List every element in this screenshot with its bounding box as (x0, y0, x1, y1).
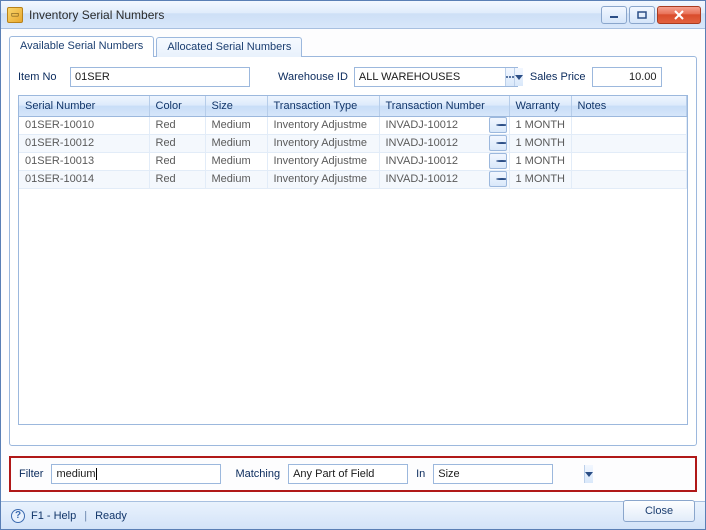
close-button[interactable]: Close (623, 500, 695, 522)
table-row[interactable]: 01SER-10010RedMediumInventory AdjustmeIN… (19, 116, 687, 134)
cell-serial: 01SER-10013 (19, 152, 149, 170)
close-icon (673, 10, 685, 20)
cell-serial: 01SER-10010 (19, 116, 149, 134)
ellipsis-icon (490, 124, 506, 126)
col-size[interactable]: Size (205, 96, 267, 116)
col-serial-number[interactable]: Serial Number (19, 96, 149, 116)
item-no-label: Item No (18, 71, 64, 83)
cell-notes (571, 170, 687, 188)
cell-notes (571, 116, 687, 134)
table-row[interactable]: 01SER-10014RedMediumInventory AdjustmeIN… (19, 170, 687, 188)
in-dropdown-button[interactable] (584, 465, 593, 483)
in-input[interactable] (434, 465, 584, 483)
col-transaction-number[interactable]: Transaction Number (379, 96, 509, 116)
warehouse-id-label: Warehouse ID (278, 71, 348, 83)
cell-color: Red (149, 116, 205, 134)
filter-input-text: medium (56, 468, 95, 480)
filter-bar: Filter medium Matching In (9, 456, 697, 492)
cell-size: Medium (205, 170, 267, 188)
cell-txn-number: INVADJ-10012 (379, 134, 509, 152)
cell-warranty: 1 MONTH (509, 152, 571, 170)
cell-notes (571, 134, 687, 152)
matching-combo[interactable] (288, 464, 408, 484)
cell-warranty: 1 MONTH (509, 170, 571, 188)
filter-label: Filter (19, 468, 43, 480)
cell-size: Medium (205, 152, 267, 170)
cell-txn-type: Inventory Adjustme (267, 134, 379, 152)
sales-price-field[interactable] (592, 67, 662, 87)
tab-panel: Item No Warehouse ID Sales Price Seria (9, 56, 697, 446)
ellipsis-icon (490, 142, 506, 144)
in-label: In (416, 468, 425, 480)
warehouse-dropdown-button[interactable] (514, 68, 523, 86)
txn-lookup-button[interactable] (489, 117, 507, 133)
txn-lookup-button[interactable] (489, 135, 507, 151)
col-notes[interactable]: Notes (571, 96, 687, 116)
cell-warranty: 1 MONTH (509, 116, 571, 134)
matching-label: Matching (235, 468, 280, 480)
cell-txn-type: Inventory Adjustme (267, 152, 379, 170)
serial-grid: Serial Number Color Size Transaction Typ… (18, 95, 688, 425)
cell-txn-number: INVADJ-10012 (379, 170, 509, 188)
table-row[interactable]: 01SER-10013RedMediumInventory AdjustmeIN… (19, 152, 687, 170)
minimize-button[interactable] (601, 6, 627, 24)
warehouse-id-combo[interactable] (354, 67, 518, 87)
tab-allocated-serial-numbers[interactable]: Allocated Serial Numbers (156, 37, 302, 57)
ellipsis-icon (490, 160, 506, 162)
cell-warranty: 1 MONTH (509, 134, 571, 152)
cell-size: Medium (205, 134, 267, 152)
cell-serial: 01SER-10014 (19, 170, 149, 188)
maximize-button[interactable] (629, 6, 655, 24)
cell-txn-type: Inventory Adjustme (267, 170, 379, 188)
content-area: Available Serial Numbers Allocated Seria… (1, 29, 705, 501)
close-window-button[interactable] (657, 6, 701, 24)
app-icon: ▭ (7, 7, 23, 23)
cell-serial: 01SER-10012 (19, 134, 149, 152)
tabstrip: Available Serial Numbers Allocated Seria… (9, 35, 697, 57)
in-combo[interactable] (433, 464, 553, 484)
text-caret (96, 468, 97, 480)
ellipsis-icon (506, 76, 514, 78)
cell-color: Red (149, 152, 205, 170)
titlebar: ▭ Inventory Serial Numbers (1, 1, 705, 29)
window-title: Inventory Serial Numbers (29, 8, 164, 22)
item-no-field[interactable] (70, 67, 250, 87)
txn-lookup-button[interactable] (489, 153, 507, 169)
dialog-button-row: Close (9, 492, 697, 522)
grid-header-row: Serial Number Color Size Transaction Typ… (19, 96, 687, 116)
cell-txn-number: INVADJ-10012 (379, 152, 509, 170)
chevron-down-icon (515, 75, 523, 80)
col-warranty[interactable]: Warranty (509, 96, 571, 116)
filter-input[interactable]: medium (51, 464, 221, 484)
cell-notes (571, 152, 687, 170)
field-row: Item No Warehouse ID Sales Price (18, 67, 688, 87)
chevron-down-icon (585, 472, 593, 477)
warehouse-id-input[interactable] (355, 68, 505, 86)
sales-price-label: Sales Price (530, 71, 586, 83)
cell-txn-number: INVADJ-10012 (379, 116, 509, 134)
ellipsis-icon (490, 178, 506, 180)
table-row[interactable]: 01SER-10012RedMediumInventory AdjustmeIN… (19, 134, 687, 152)
txn-lookup-button[interactable] (489, 171, 507, 187)
cell-size: Medium (205, 116, 267, 134)
col-color[interactable]: Color (149, 96, 205, 116)
warehouse-lookup-button[interactable] (505, 68, 514, 86)
minimize-icon (609, 11, 619, 19)
tab-available-serial-numbers[interactable]: Available Serial Numbers (9, 36, 154, 57)
maximize-icon (637, 11, 647, 19)
cell-color: Red (149, 134, 205, 152)
cell-color: Red (149, 170, 205, 188)
cell-txn-type: Inventory Adjustme (267, 116, 379, 134)
col-transaction-type[interactable]: Transaction Type (267, 96, 379, 116)
